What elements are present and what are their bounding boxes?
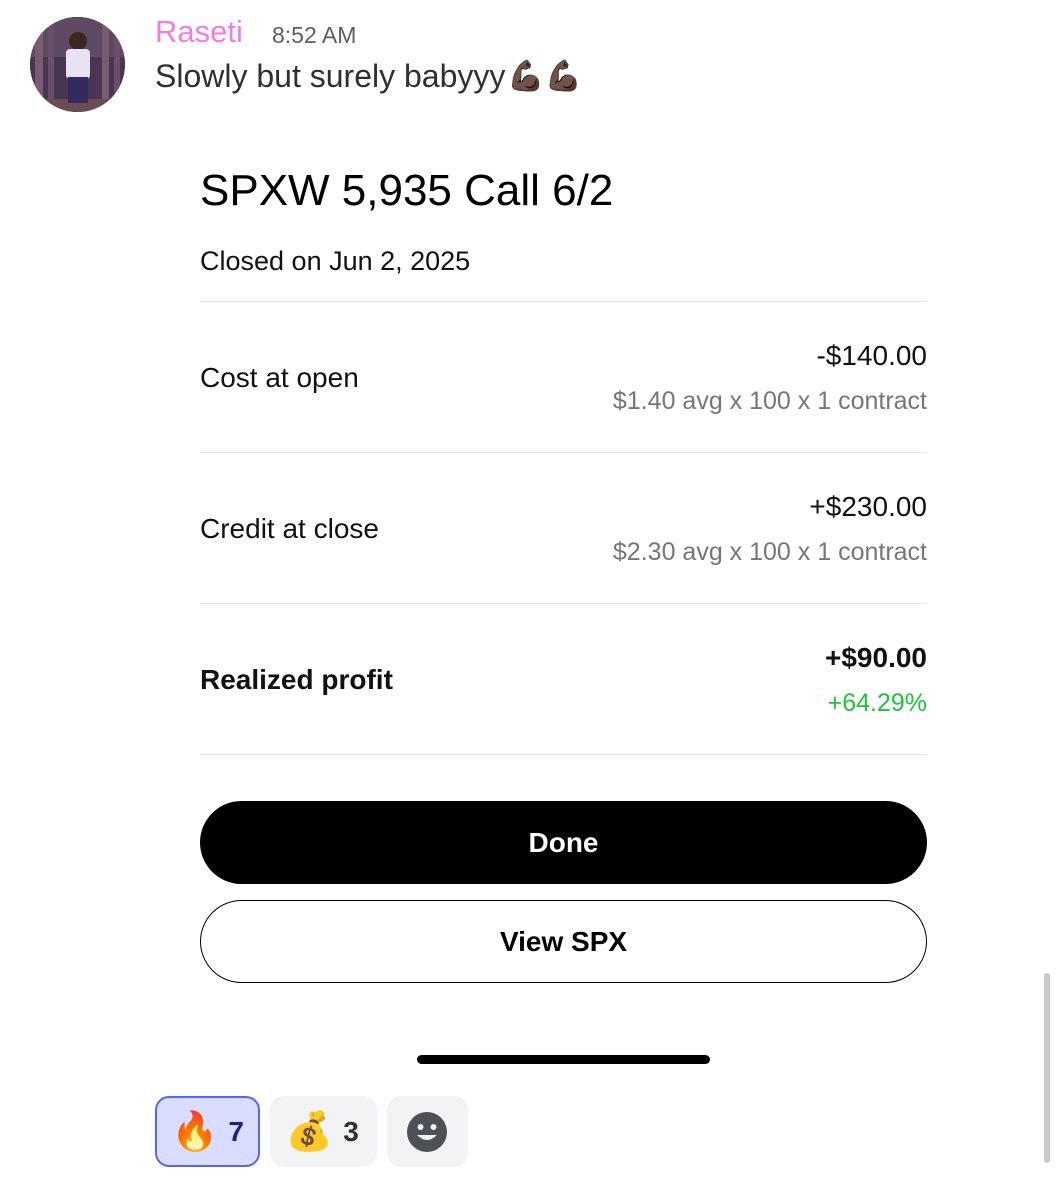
view-spx-button[interactable]: View SPX [200,900,927,983]
message-timestamp: 8:52 AM [272,22,357,48]
fire-icon: 🔥 [171,1110,219,1153]
avatar[interactable] [30,17,125,112]
credit-at-close-label: Credit at close [200,513,379,544]
cost-at-open-label: Cost at open [200,362,359,393]
reaction-count: 3 [343,1115,359,1147]
message-body: Slowly but surely babyyy [155,58,506,94]
realized-profit-percent: +64.29% [827,689,927,717]
avatar-image [30,17,125,112]
add-reaction-button[interactable] [386,1096,468,1167]
divider [200,452,927,453]
reaction-count: 7 [228,1115,244,1147]
realized-profit-label: Realized profit [200,664,393,695]
cost-at-open-value: -$140.00 [816,340,927,371]
reaction-fire[interactable]: 🔥 7 [155,1096,260,1167]
contract-title: SPXW 5,935 Call 6/2 [200,166,614,215]
scrollbar[interactable] [1044,973,1050,1163]
home-indicator [417,1055,710,1064]
smiley-icon [407,1111,448,1152]
flexed-biceps-emoji: 💪🏿💪🏿 [507,60,583,93]
chat-message-page: Raseti 8:52 AM Slowly but surely babyyy … [0,0,1059,1200]
money-bag-icon: 💰 [285,1110,334,1153]
divider [200,301,927,302]
divider [200,754,927,755]
closed-date: Closed on Jun 2, 2025 [200,246,471,276]
message-text: Slowly but surely babyyy 💪🏿💪🏿 [155,58,582,95]
realized-profit-value: +$90.00 [825,642,927,673]
cost-at-open-detail: $1.40 avg x 100 x 1 contract [612,387,927,415]
reaction-money-bag[interactable]: 💰 3 [269,1096,377,1167]
divider [200,603,927,604]
done-button[interactable]: Done [200,801,927,884]
credit-at-close-detail: $2.30 avg x 100 x 1 contract [612,538,927,566]
username[interactable]: Raseti [155,14,243,50]
reactions-bar: 🔥 7 💰 3 [155,1096,468,1167]
credit-at-close-value: +$230.00 [809,491,927,522]
